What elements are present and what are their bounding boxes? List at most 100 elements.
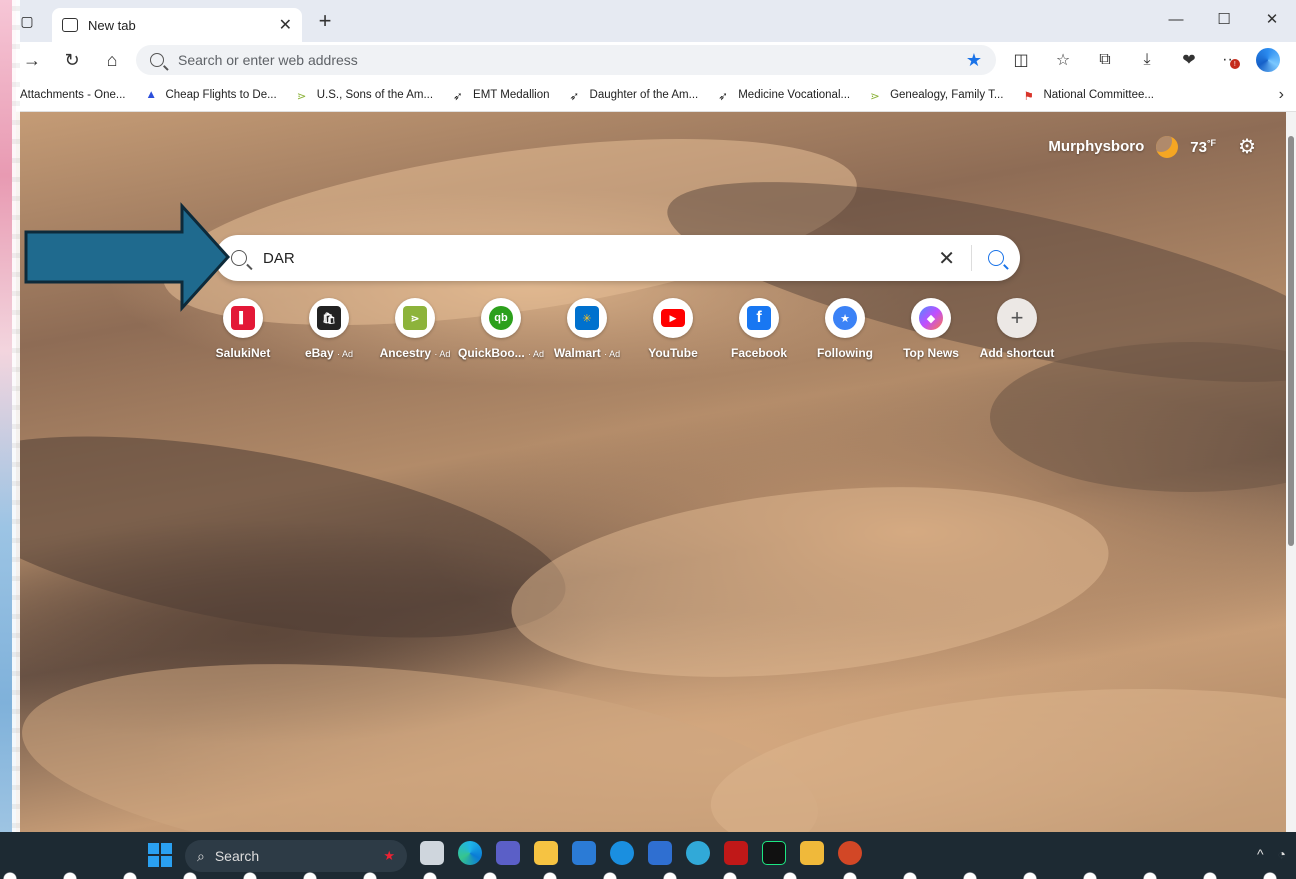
forward-button[interactable]: → <box>16 45 48 75</box>
settings-gear-icon[interactable]: ⚙ <box>1238 134 1256 159</box>
new-tab-button[interactable]: + <box>310 6 340 36</box>
scrollbar-thumb[interactable] <box>1288 136 1294 546</box>
taskbar-apps <box>420 841 862 865</box>
add-shortcut-button[interactable]: + Add shortcut <box>974 298 1060 360</box>
favorites-icon[interactable]: ☆ <box>1046 45 1080 75</box>
split-screen-icon[interactable]: ◫ <box>1004 45 1038 75</box>
start-button[interactable] <box>148 843 172 867</box>
favorite-item[interactable]: ➶ Daughter of the Am... <box>560 88 709 103</box>
shortcut-following[interactable]: ★ Following <box>802 298 888 360</box>
web-search-box[interactable]: DAR ✕ <box>215 235 1020 281</box>
facebook-icon: f <box>739 298 779 338</box>
edge-icon[interactable] <box>458 841 482 865</box>
search-query[interactable]: DAR <box>263 250 922 267</box>
search-submit-icon[interactable] <box>988 250 1004 266</box>
background-dune <box>990 342 1286 492</box>
powerpoint-icon[interactable] <box>838 841 862 865</box>
top-news-icon: ◆ <box>911 298 951 338</box>
mcafee-icon[interactable] <box>724 841 748 865</box>
new-tab-page-icon <box>62 18 78 32</box>
file-explorer-icon[interactable] <box>534 841 558 865</box>
hulu-icon[interactable] <box>762 841 786 865</box>
app-icon[interactable] <box>686 841 710 865</box>
network-icon[interactable]: ◔ <box>1278 846 1286 862</box>
maximize-button[interactable]: ☐ <box>1200 4 1248 34</box>
minimize-button[interactable]: — <box>1152 4 1200 34</box>
browser-essentials-icon[interactable]: ❤ <box>1172 45 1206 75</box>
clear-search-icon[interactable]: ✕ <box>938 246 955 271</box>
annotation-arrow <box>24 202 231 312</box>
chevron-right-icon[interactable]: › <box>1279 86 1284 104</box>
address-placeholder: Search or enter web address <box>178 52 358 68</box>
vertical-scrollbar[interactable] <box>1286 112 1296 832</box>
navigation-bar: → ↻ ⌂ Search or enter web address ★ ◫ ☆ … <box>10 42 1296 78</box>
task-view-icon[interactable] <box>420 841 444 865</box>
copilot-icon[interactable] <box>1256 48 1280 72</box>
shortcut-ebay[interactable]: 🛍 eBay · Ad <box>286 298 372 360</box>
youtube-icon: ▶ <box>653 298 693 338</box>
shortcut-youtube[interactable]: ▶ YouTube <box>630 298 716 360</box>
search-icon <box>231 250 247 266</box>
torn-paper-edge <box>0 0 20 879</box>
help-icon[interactable] <box>610 841 634 865</box>
favorite-item[interactable]: Attachments - One... <box>10 89 135 101</box>
window-controls: — ☐ ✕ <box>1152 4 1296 34</box>
favorite-item[interactable]: ▲ Cheap Flights to De... <box>135 89 286 101</box>
shortcut-walmart[interactable]: ✳ Walmart · Ad <box>544 298 630 360</box>
favorite-label: Medicine Vocational... <box>738 88 851 101</box>
favorite-star-icon[interactable]: ★ <box>966 50 982 71</box>
store-icon[interactable] <box>648 841 672 865</box>
ancestry-icon: ⋗ <box>296 90 307 103</box>
background-dune <box>502 461 1118 703</box>
favorite-item[interactable]: ➶ EMT Medallion <box>443 89 560 103</box>
favorite-label: Genealogy, Family T... <box>890 88 1004 101</box>
tab-title: New tab <box>88 17 136 33</box>
close-window-button[interactable]: ✕ <box>1248 4 1296 34</box>
favorite-item[interactable]: ➶ Medicine Vocational... <box>708 88 860 103</box>
weather-widget[interactable]: Murphysboro 73°F ⚙ <box>1048 134 1256 159</box>
tab-close-icon[interactable]: ✕ <box>279 15 292 35</box>
following-star-icon: ★ <box>825 298 865 338</box>
teams-icon[interactable] <box>496 841 520 865</box>
home-button[interactable]: ⌂ <box>96 45 128 75</box>
search-highlight-icon: ★ <box>383 848 395 863</box>
system-tray: ^ ◔ <box>1257 846 1286 862</box>
shortcut-quickbooks[interactable]: qb QuickBoo... · Ad <box>458 298 544 360</box>
shortcut-ancestry[interactable]: ⋗ Ancestry · Ad <box>372 298 458 360</box>
favorite-label: U.S., Sons of the Am... <box>316 88 434 101</box>
ancestry-icon: ⋗ <box>870 90 880 103</box>
flag-icon: ⚑ <box>1023 90 1034 103</box>
plus-icon: + <box>997 298 1037 338</box>
favorite-label: Daughter of the Am... <box>589 88 699 101</box>
favorite-label: National Committee... <box>1043 88 1155 101</box>
chevron-up-icon[interactable]: ^ <box>1257 846 1264 862</box>
new-tab-page: Murphysboro 73°F ⚙ DAR ✕ ▌ SalukiNet 🛍 e… <box>10 112 1286 832</box>
refresh-button[interactable]: ↻ <box>56 45 88 75</box>
windows-taskbar: ⌕ Search ★ ^ ◔ <box>0 832 1296 879</box>
favorite-label: Attachments - One... <box>20 88 126 101</box>
lock-icon[interactable] <box>800 841 824 865</box>
ancestry-icon: ⋗ <box>395 298 435 338</box>
favorites-bar: Attachments - One... ▲ Cheap Flights to D… <box>10 78 1296 112</box>
divider <box>971 245 972 271</box>
flights-icon: ▲ <box>145 88 157 101</box>
favorite-item[interactable]: ⋗ U.S., Sons of the Am... <box>287 88 443 103</box>
mhp-icon[interactable] <box>572 841 596 865</box>
tab-new-tab[interactable]: New tab ✕ <box>52 8 302 42</box>
walmart-icon: ✳ <box>567 298 607 338</box>
collections-icon[interactable]: ⧉ <box>1088 45 1122 75</box>
favorite-label: Cheap Flights to De... <box>165 88 277 101</box>
bird-icon: ➶ <box>569 90 580 103</box>
downloads-icon[interactable]: ⤓ <box>1130 45 1164 75</box>
shortcut-top-news[interactable]: ◆ Top News <box>888 298 974 360</box>
more-menu-icon[interactable]: ··! <box>1214 45 1248 75</box>
favorite-item[interactable]: ⋗ Genealogy, Family T... <box>860 88 1013 103</box>
title-bar: ▢ New tab ✕ + — ☐ ✕ <box>10 0 1296 42</box>
favorite-item[interactable]: ⚑ National Committee... <box>1013 88 1164 103</box>
address-bar[interactable]: Search or enter web address ★ <box>136 45 996 75</box>
notification-badge: ! <box>1229 59 1240 69</box>
taskbar-search[interactable]: ⌕ Search ★ <box>185 840 407 872</box>
search-icon <box>150 53 164 67</box>
background-dune <box>704 667 1286 832</box>
shortcut-facebook[interactable]: f Facebook <box>716 298 802 360</box>
